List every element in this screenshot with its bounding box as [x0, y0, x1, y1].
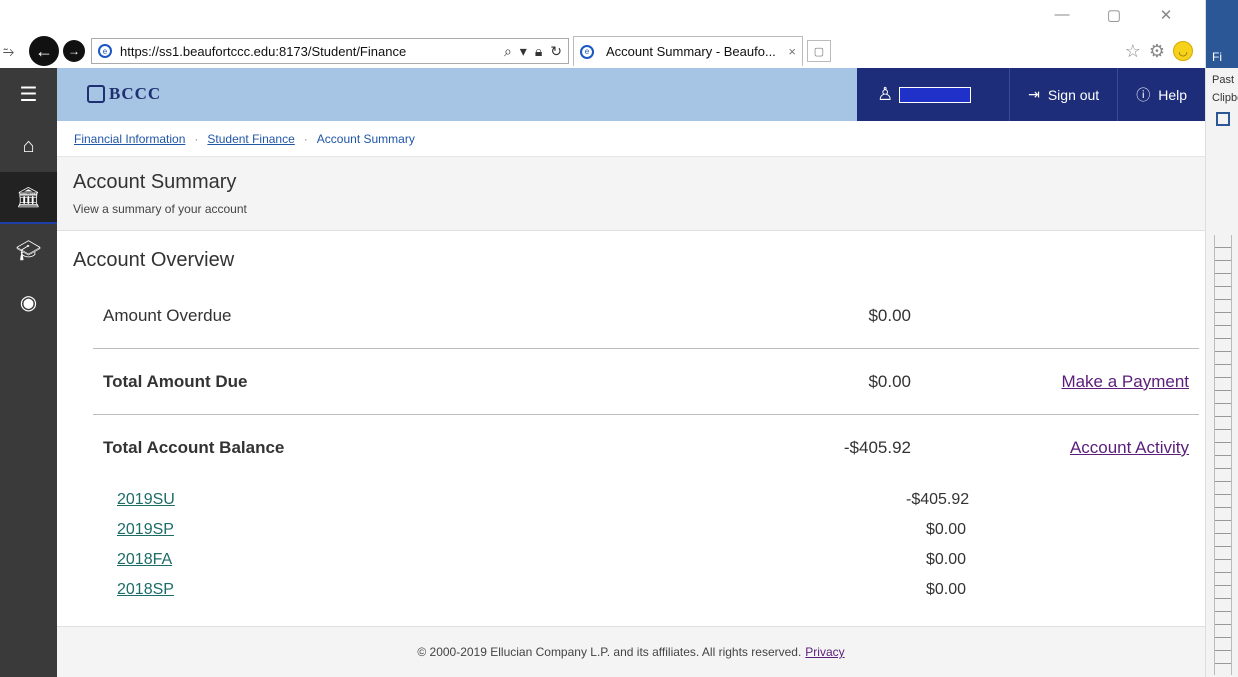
back-arrow-icon: ←	[35, 40, 53, 61]
refresh-icon[interactable]: ↻	[550, 43, 562, 60]
logo-mark-icon	[87, 85, 105, 103]
term-row: 2019SP $0.00	[117, 515, 966, 545]
account-activity-link[interactable]: Account Activity	[1070, 438, 1189, 458]
term-link[interactable]: 2019SU	[117, 491, 175, 509]
breadcrumb-separator: ·	[303, 131, 308, 146]
lock-icon[interactable]: 🔒︎	[535, 43, 542, 60]
account-overview-section: Account Overview Amount Overdue $0.00 To…	[57, 231, 1205, 626]
address-tools: ⌕ ▾ 🔒︎ ↻	[504, 43, 562, 60]
overview-row-total-due: Total Amount Due $0.00 Make a Payment	[93, 349, 1199, 415]
logo-text: BCCC	[109, 84, 162, 103]
help-label: Help	[1158, 86, 1187, 103]
feedback-smiley-icon[interactable]: ◡	[1173, 41, 1193, 61]
overview-amount: -$405.92	[843, 438, 911, 457]
term-row: 2019SU -$405.92	[117, 485, 969, 515]
breadcrumb-separator: ·	[194, 131, 199, 146]
page-header: Account Summary View a summary of your a…	[57, 157, 1205, 231]
maximize-icon[interactable]: ▢	[1105, 6, 1123, 24]
overview-amount: $0.00	[868, 305, 911, 325]
section-title: Account Overview	[73, 249, 235, 271]
window-controls: — ▢ ✕	[1053, 6, 1175, 24]
address-bar[interactable]: e https://ss1.beaufortccc.edu:8173/Stude…	[91, 38, 569, 64]
office-side-strip: Fi Past Clipbo	[1205, 0, 1238, 677]
graduation-cap-icon: 🎓︎	[15, 239, 42, 262]
page-title: Account Summary	[73, 171, 237, 193]
term-amount: $0.00	[925, 551, 966, 568]
forward-button[interactable]: →	[63, 40, 85, 62]
settings-gear-icon[interactable]: ⚙	[1149, 41, 1165, 62]
copyright-text: © 2000-2019 Ellucian Company L.P. and it…	[417, 645, 802, 659]
favorites-star-icon[interactable]: ☆	[1125, 41, 1141, 62]
left-sidebar: ☰ ⌂ 🏛︎ 🎓︎ ◉	[0, 68, 57, 677]
office-ribbon-tab[interactable]: Fi	[1206, 0, 1238, 68]
make-payment-link[interactable]: Make a Payment	[1061, 372, 1189, 392]
overview-amount: $0.00	[868, 371, 911, 391]
sidebar-item-finance[interactable]: 🏛︎	[0, 172, 57, 224]
finance-bank-icon: 🏛︎	[15, 186, 42, 209]
menu-icon: ☰	[19, 83, 38, 106]
close-window-icon[interactable]: ✕	[1157, 6, 1175, 24]
user-circle-icon: ◉	[19, 291, 38, 314]
header-nav: ♙ ⇥ Sign out ⓘ Help	[857, 68, 1205, 121]
term-link[interactable]: 2018SP	[117, 581, 174, 599]
breadcrumb: Financial Information · Student Finance …	[57, 121, 1205, 157]
page-footer: © 2000-2019 Ellucian Company L.P. and it…	[57, 626, 1205, 677]
user-menu[interactable]: ♙	[857, 68, 1011, 121]
menu-button[interactable]: ☰	[0, 68, 57, 120]
breadcrumb-account-summary: Account Summary	[316, 131, 415, 146]
term-amount: $0.00	[925, 521, 966, 538]
back-button[interactable]: ←	[29, 36, 59, 66]
sidebar-item-home[interactable]: ⌂	[0, 120, 57, 172]
overview-label: Total Account Balance	[103, 438, 285, 457]
minimize-icon[interactable]: —	[1053, 6, 1071, 24]
term-amount: $0.00	[925, 581, 966, 598]
new-tab-icon: ▢	[813, 45, 825, 58]
breadcrumb-financial-information[interactable]: Financial Information	[74, 132, 185, 146]
sign-out-button[interactable]: ⇥ Sign out	[1010, 68, 1119, 121]
breadcrumb-student-finance[interactable]: Student Finance	[207, 132, 294, 146]
page-subtitle: View a summary of your account	[73, 202, 247, 216]
help-button[interactable]: ⓘ Help	[1118, 68, 1205, 121]
overview-label: Total Amount Due	[103, 371, 248, 391]
vertical-ruler	[1214, 235, 1232, 675]
site-favicon-icon: e	[98, 44, 112, 58]
forward-arrow-icon: →	[68, 44, 80, 58]
term-row: 2018FA $0.00	[117, 545, 966, 575]
overview-label: Amount Overdue	[103, 305, 232, 325]
tab-favicon-icon: e	[580, 44, 594, 59]
browser-right-tools: ☆ ⚙ ◡	[1125, 41, 1193, 62]
sidebar-item-profile[interactable]: ◉	[0, 276, 57, 328]
clipboard-label: Clipbo	[1212, 92, 1238, 104]
dropdown-icon[interactable]: ▾	[520, 43, 527, 60]
browser-nav-row: ⥲ ← → e https://ss1.beaufortccc.edu:8173…	[0, 36, 1205, 66]
college-logo[interactable]: BCCC	[87, 81, 187, 107]
overview-row-total-balance: Total Account Balance -$405.92 Account A…	[93, 415, 1199, 481]
sidebar-item-academics[interactable]: 🎓︎	[0, 224, 57, 276]
user-name-redacted	[899, 86, 972, 103]
url-text[interactable]: https://ss1.beaufortccc.edu:8173/Student…	[120, 44, 498, 59]
browser-chrome: — ▢ ✕ ⥲ ← → e https://ss1.beaufortccc.ed…	[0, 0, 1205, 68]
new-tab-button[interactable]: ▢	[807, 40, 831, 62]
search-icon[interactable]: ⌕	[504, 43, 512, 60]
tab-toggle-icon[interactable]: ⥲	[3, 43, 25, 60]
user-icon: ♙	[877, 84, 894, 104]
sign-out-label: Sign out	[1047, 86, 1100, 103]
overview-row-amount-overdue: Amount Overdue $0.00	[93, 283, 1199, 349]
paste-label[interactable]: Past	[1206, 74, 1238, 86]
term-amount: -$405.92	[906, 491, 970, 508]
term-link[interactable]: 2018FA	[117, 551, 172, 569]
sign-out-icon: ⇥	[1028, 86, 1040, 102]
home-icon: ⌂	[22, 134, 35, 157]
tab-title: Account Summary - Beaufo...	[606, 44, 776, 59]
browser-tab[interactable]: e Account Summary - Beaufo... ×	[573, 36, 803, 66]
app-header: BCCC ♙ ⇥ Sign out ⓘ Help	[57, 68, 1205, 121]
privacy-link[interactable]: Privacy	[805, 645, 844, 659]
term-row: 2018SP $0.00	[117, 575, 966, 605]
save-icon[interactable]	[1216, 112, 1230, 126]
help-icon: ⓘ	[1136, 86, 1151, 103]
term-link[interactable]: 2019SP	[117, 521, 174, 539]
tab-close-icon[interactable]: ×	[788, 44, 796, 59]
